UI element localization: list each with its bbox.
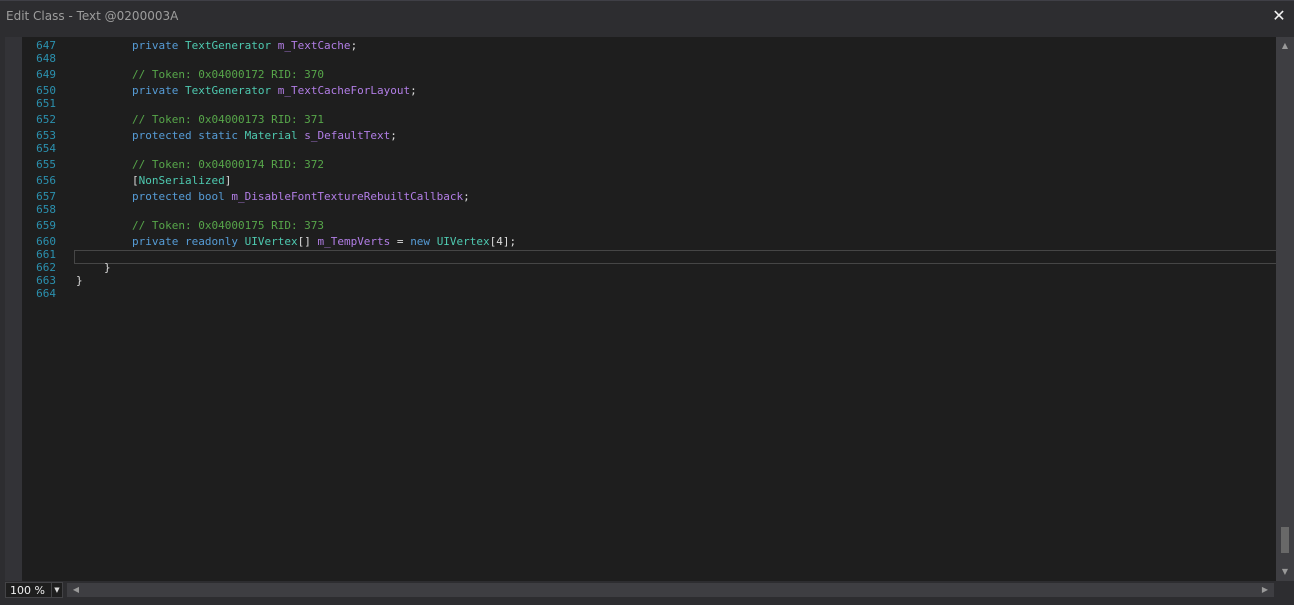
scroll-left-icon[interactable]: ◀ — [69, 583, 83, 597]
line-number: 655 — [36, 158, 56, 171]
vertical-scrollbar[interactable]: ▲ ▼ — [1276, 37, 1294, 581]
line-number: 652 — [36, 113, 56, 126]
code-token: [4]; — [489, 235, 517, 248]
code-token: ; — [350, 39, 358, 52]
line-number: 657 — [36, 190, 56, 203]
line-number: 662 — [36, 261, 56, 274]
code-text: // Token: 0x04000173 RID: 371 — [132, 113, 324, 127]
line-number: 663 — [36, 274, 56, 287]
code-text: // Token: 0x04000175 RID: 373 — [132, 219, 324, 233]
code-token: } — [104, 261, 111, 274]
code-token: UIVertex — [244, 235, 298, 248]
glyph-margin — [5, 37, 22, 581]
code-token: } — [76, 274, 83, 287]
scroll-down-icon[interactable]: ▼ — [1276, 565, 1294, 579]
title-bar: Edit Class - Text @0200003A ✕ — [0, 0, 1294, 33]
code-text: } — [76, 274, 83, 288]
line-number: 654 — [36, 142, 56, 155]
close-icon[interactable]: ✕ — [1271, 7, 1287, 25]
code-text: protected static Material s_DefaultText; — [132, 129, 397, 143]
code-text: } — [104, 261, 111, 275]
code-text: [NonSerialized] — [132, 174, 231, 188]
code-token: ] — [224, 174, 232, 187]
code-token: m_TempVerts — [317, 235, 391, 248]
code-token: m_TextCacheForLayout — [277, 84, 411, 97]
line-number: 647 — [36, 39, 56, 52]
line-number: 653 — [36, 129, 56, 142]
code-token: // Token: 0x04000173 RID: 371 — [132, 113, 325, 126]
line-number: 650 — [36, 84, 56, 97]
code-token: m_DisableFontTextureRebuiltCallback — [231, 190, 464, 203]
code-token: m_TextCache — [277, 39, 351, 52]
code-token: protected static — [132, 129, 245, 142]
code-text: private TextGenerator m_TextCache; — [132, 39, 357, 53]
code-token: [ — [132, 174, 139, 187]
code-text: protected bool m_DisableFontTextureRebui… — [132, 190, 470, 204]
code-token: protected bool — [132, 190, 232, 203]
code-token: Material — [244, 129, 305, 142]
line-number: 648 — [36, 52, 56, 65]
line-number: 656 — [36, 174, 56, 187]
code-editor[interactable]: 647 private TextGenerator m_TextCache; 648… — [5, 37, 1294, 581]
scrollbar-thumb[interactable] — [1281, 527, 1289, 553]
code-token: private — [132, 84, 185, 97]
code-token: // Token: 0x04000172 RID: 370 — [132, 68, 325, 81]
code-token: ; — [390, 129, 397, 142]
line-number: 651 — [36, 97, 56, 110]
line-number: 658 — [36, 203, 56, 216]
line-number: 649 — [36, 68, 56, 81]
horizontal-scrollbar[interactable]: ◀ ▶ — [67, 583, 1274, 597]
code-text: private TextGenerator m_TextCacheForLayo… — [132, 84, 417, 98]
scrollbar-corner — [1276, 581, 1294, 599]
code-token: TextGenerator — [184, 39, 278, 52]
code-token: private — [132, 39, 185, 52]
zoom-value: 100 % — [10, 584, 45, 597]
code-text: // Token: 0x04000174 RID: 372 — [132, 158, 324, 172]
code-token: TextGenerator — [184, 84, 278, 97]
line-number: 660 — [36, 235, 56, 248]
scroll-up-icon[interactable]: ▲ — [1276, 39, 1294, 53]
code-text: private readonly UIVertex[] m_TempVerts … — [132, 235, 516, 249]
code-token: UIVertex — [436, 235, 490, 248]
zoom-combobox[interactable]: 100 % ▼ — [5, 582, 63, 598]
current-line-highlight — [74, 250, 1277, 264]
code-token: // Token: 0x04000175 RID: 373 — [132, 219, 325, 232]
status-bar: 100 % ▼ ◀ ▶ — [5, 581, 1294, 599]
scroll-right-icon[interactable]: ▶ — [1258, 583, 1272, 597]
code-token: // Token: 0x04000174 RID: 372 — [132, 158, 325, 171]
code-token: ; — [463, 190, 470, 203]
code-token: s_DefaultText — [304, 129, 391, 142]
code-area[interactable]: 647 private TextGenerator m_TextCache; 648… — [22, 38, 1277, 578]
chevron-down-icon[interactable]: ▼ — [51, 583, 62, 597]
line-number: 664 — [36, 287, 56, 300]
line-number: 659 — [36, 219, 56, 232]
code-token: = — [390, 235, 411, 248]
code-token: private readonly — [132, 235, 245, 248]
code-token: NonSerialized — [138, 174, 225, 187]
code-token: ; — [410, 84, 417, 97]
code-text: // Token: 0x04000172 RID: 370 — [132, 68, 324, 82]
line-number: 661 — [36, 248, 56, 261]
code-token: new — [410, 235, 437, 248]
window-title: Edit Class - Text @0200003A — [6, 9, 179, 23]
code-token: [] — [297, 235, 318, 248]
